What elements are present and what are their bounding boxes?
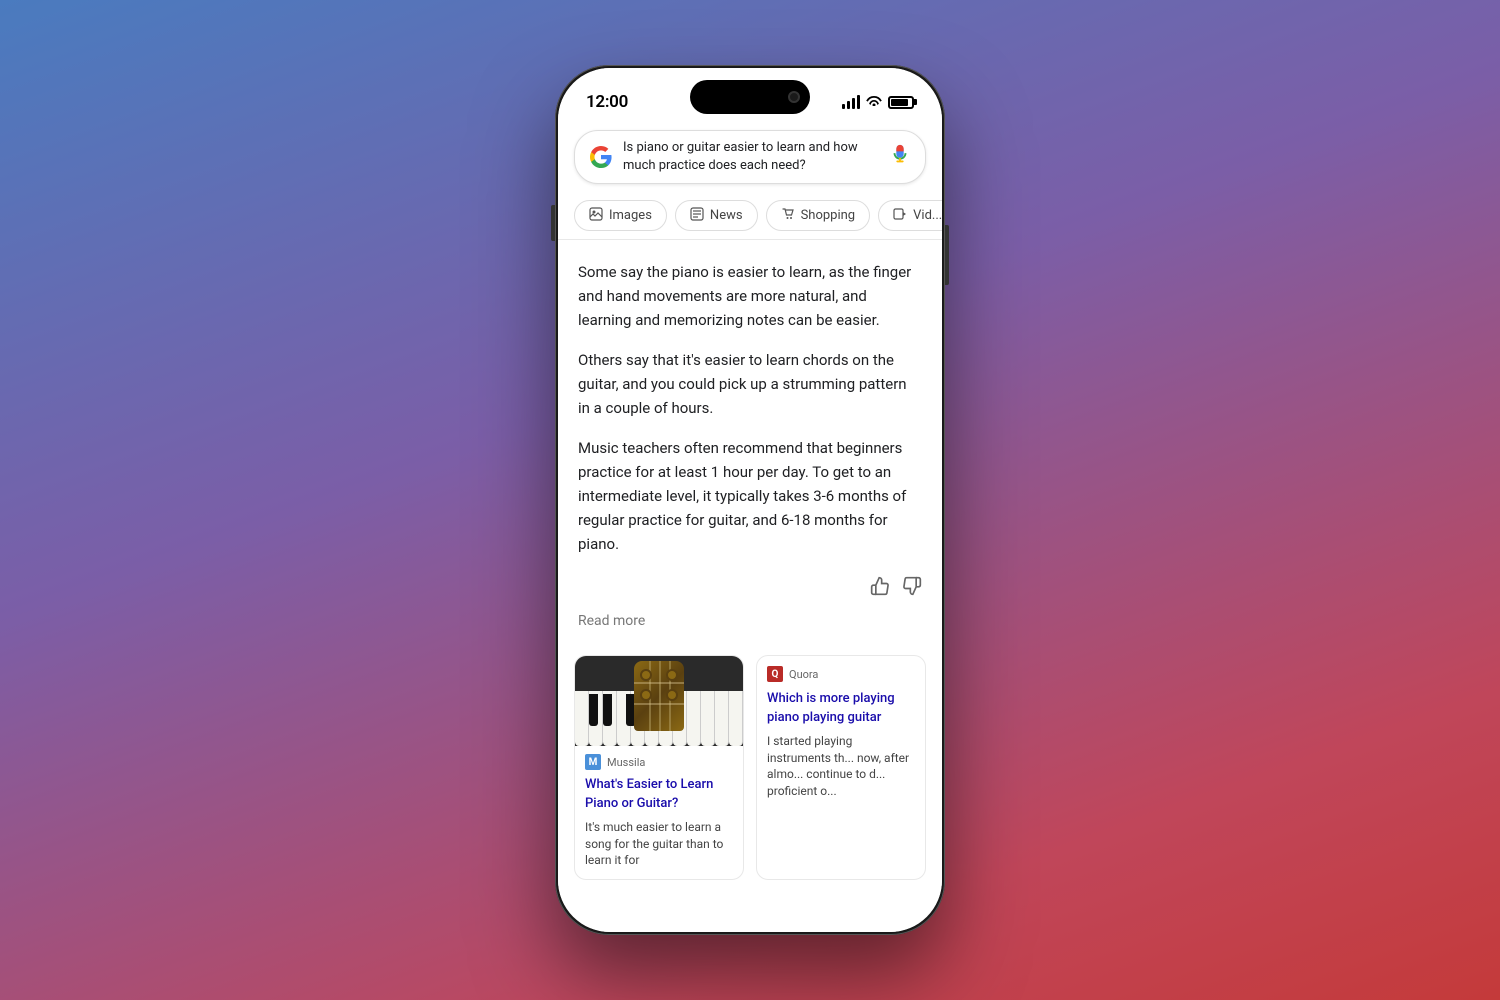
answer-paragraph-1: Some say the piano is easier to learn, a… <box>578 260 922 332</box>
card-mussila-snippet: It's much easier to learn a song for the… <box>575 819 743 879</box>
card-quora-snippet: I started playing instruments th... now,… <box>757 733 925 810</box>
ai-answer-section: Some say the piano is easier to learn, a… <box>558 240 942 655</box>
signal-icon <box>842 95 860 109</box>
mic-icon[interactable] <box>889 144 911 170</box>
images-tab-label: Images <box>609 208 652 223</box>
card-quora-title[interactable]: Which is more playing piano playing guit… <box>757 688 925 732</box>
quora-source: Q Quora <box>767 666 915 682</box>
quora-source-label: Quora <box>789 668 818 681</box>
piano-guitar-image <box>575 656 743 746</box>
status-bar: 12:00 <box>558 68 942 122</box>
quora-source-row: Q Quora <box>757 656 925 688</box>
news-tab-label: News <box>710 208 743 223</box>
mussila-source-label: Mussila <box>607 756 645 769</box>
tab-images[interactable]: Images <box>574 200 667 231</box>
card-mussila[interactable]: M Mussila What's Easier to Learn Piano o… <box>574 655 744 880</box>
guitar-overlay <box>634 661 684 731</box>
cards-section: M Mussila What's Easier to Learn Piano o… <box>558 655 942 900</box>
search-bar-container: Is piano or guitar easier to learn and h… <box>558 122 942 192</box>
tab-news[interactable]: News <box>675 200 758 231</box>
videos-tab-icon <box>893 207 907 224</box>
shopping-tab-label: Shopping <box>801 208 856 223</box>
battery-icon <box>888 96 914 109</box>
phone-frame: 12:00 <box>555 65 945 935</box>
status-icons <box>842 94 914 110</box>
phone-screen: 12:00 <box>558 68 942 932</box>
content-area[interactable]: Some say the piano is easier to learn, a… <box>558 240 942 932</box>
mussila-icon: M <box>585 754 601 770</box>
status-time: 12:00 <box>586 92 628 112</box>
news-tab-icon <box>690 207 704 224</box>
camera-icon <box>788 91 800 103</box>
feedback-row <box>578 572 922 609</box>
tab-shopping[interactable]: Shopping <box>766 200 871 231</box>
quora-icon: Q <box>767 666 783 682</box>
shopping-tab-icon <box>781 207 795 224</box>
google-logo <box>589 145 613 169</box>
images-tab-icon <box>589 207 603 224</box>
card-mussila-source: M Mussila <box>575 746 743 774</box>
filter-tabs: Images News <box>558 192 942 240</box>
card-mussila-title[interactable]: What's Easier to Learn Piano or Guitar? <box>575 774 743 818</box>
thumbs-up-button[interactable] <box>870 576 890 601</box>
tab-videos[interactable]: Vid... <box>878 200 942 231</box>
wifi-icon <box>866 94 882 110</box>
dynamic-island <box>690 80 810 114</box>
search-bar[interactable]: Is piano or guitar easier to learn and h… <box>574 130 926 184</box>
videos-tab-label: Vid... <box>913 208 942 223</box>
answer-paragraph-3: Music teachers often recommend that begi… <box>578 436 922 556</box>
answer-paragraph-2: Others say that it's easier to learn cho… <box>578 348 922 420</box>
search-query-text: Is piano or guitar easier to learn and h… <box>623 139 879 175</box>
read-more-link[interactable]: Read more <box>578 609 922 645</box>
thumbs-down-button[interactable] <box>902 576 922 601</box>
card-quora[interactable]: Q Quora Which is more playing piano play… <box>756 655 926 880</box>
